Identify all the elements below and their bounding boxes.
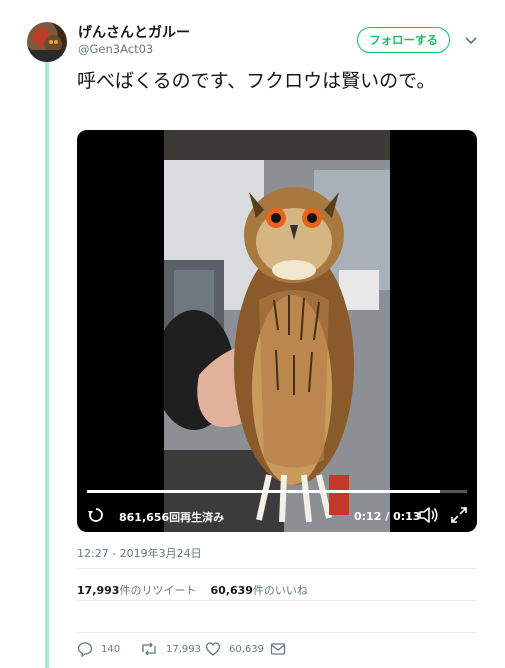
volume-icon[interactable] [418,505,440,525]
chevron-down-icon[interactable] [463,32,479,48]
current-time: 0:12 [354,510,382,523]
retweet-button[interactable]: 17,993 [140,641,201,657]
author-handle[interactable]: @Gen3Act03 [78,42,153,56]
author-display-name[interactable]: げんさんとガルー [78,22,190,42]
tweet-timestamp[interactable]: 12:27 - 2019年3月24日 [77,545,202,561]
like-count: 60,639 [229,643,264,655]
follow-button-label: フォローする [369,33,438,47]
view-count: 861,656回再生済み [119,511,225,524]
reply-button[interactable]: 140 [77,641,120,657]
heart-icon [205,642,221,656]
retweet-icon [142,642,156,656]
thread-line [45,60,49,668]
replay-icon[interactable] [87,506,105,524]
engagement-stats: 17,993件のリツイート 60,639件のいいね [77,582,308,598]
likes-label: 件のいいね [252,584,308,597]
retweet-count: 17,993 [166,643,201,655]
time-separator: / [381,510,394,523]
video-frame [164,130,390,532]
duration: 0:13 [393,510,421,523]
avatar[interactable] [27,22,67,62]
envelope-icon [270,643,286,655]
retweets-count[interactable]: 17,993 [77,584,119,597]
tweet-actions: 140 17,993 60,639 [77,641,477,659]
divider [77,600,477,601]
fullscreen-icon[interactable] [450,506,468,524]
reply-icon [77,642,93,657]
like-button[interactable]: 60,639 [205,641,264,657]
video-time: 0:12 / 0:13 [354,510,420,523]
video-progress-bar[interactable] [87,490,467,493]
likes-count[interactable]: 60,639 [210,584,252,597]
reply-count: 140 [101,643,121,655]
tweet-text: 呼べばくるのです、フクロウは賢いので。 [77,70,436,92]
retweets-label: 件のリツイート [119,584,197,597]
video-player[interactable]: 861,656回再生済み 0:12 / 0:13 [77,130,477,532]
message-button[interactable] [270,641,286,657]
divider [77,568,477,569]
follow-button[interactable]: フォローする [357,27,450,53]
divider [77,632,477,633]
video-progress-fill [87,490,441,493]
